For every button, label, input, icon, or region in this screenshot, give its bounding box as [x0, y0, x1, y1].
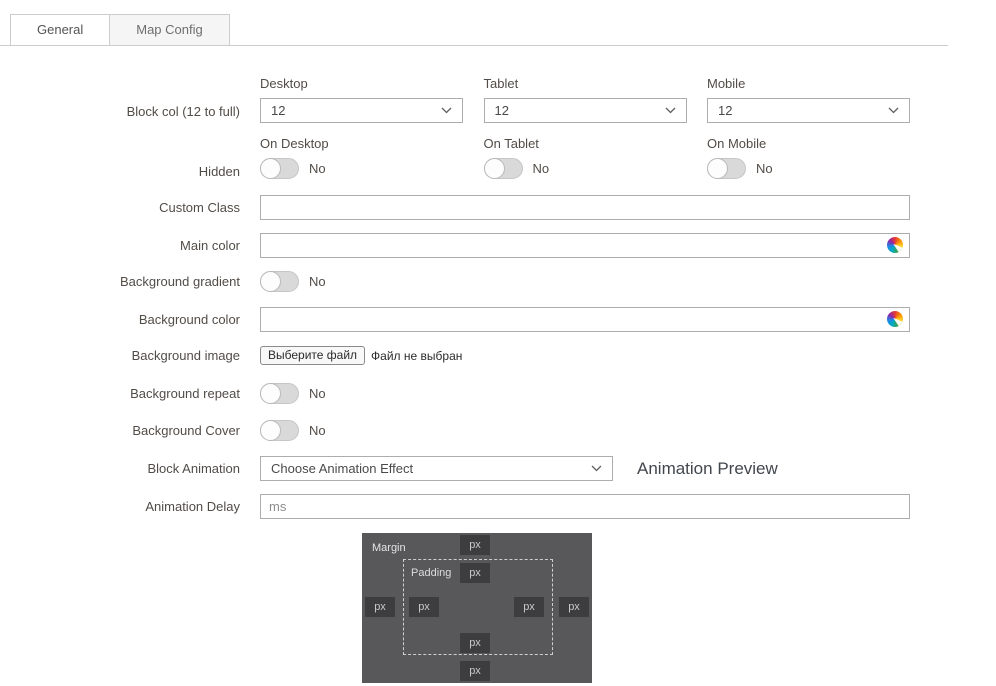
background-cover-toggle[interactable] — [260, 420, 299, 441]
padding-left-input[interactable] — [409, 597, 439, 617]
desktop-header: Desktop — [260, 76, 308, 91]
margin-left-input[interactable] — [365, 597, 395, 617]
spacing-box-editor: Margin Padding — [362, 533, 592, 683]
block-animation-value: Choose Animation Effect — [271, 461, 414, 476]
toggle-knob — [707, 158, 728, 179]
block-animation-label: Block Animation — [147, 461, 241, 476]
block-col-mobile-select[interactable]: 12 — [707, 98, 910, 123]
hidden-label: Hidden — [198, 164, 240, 179]
hidden-mobile-state: No — [756, 161, 773, 176]
row-custom-class: Custom Class — [0, 195, 996, 220]
row-background-gradient: Background gradient No — [0, 271, 996, 292]
file-status-text: Файл не выбран — [371, 348, 463, 363]
block-col-tablet-value: 12 — [494, 103, 509, 118]
toggle-knob — [260, 420, 281, 441]
padding-bottom-input[interactable] — [460, 633, 490, 653]
animation-delay-label: Animation Delay — [145, 499, 240, 514]
block-col-mobile-value: 12 — [718, 103, 733, 118]
block-col-label: Block col (12 to full) — [126, 104, 240, 119]
background-repeat-state: No — [309, 386, 326, 401]
padding-right-input[interactable] — [514, 597, 544, 617]
background-gradient-state: No — [309, 274, 326, 289]
background-color-label: Background color — [138, 312, 240, 327]
color-picker-icon[interactable] — [887, 237, 903, 253]
row-main-color: Main color — [0, 233, 996, 258]
chevron-down-icon — [665, 107, 676, 114]
hidden-desktop-header: On Desktop — [260, 136, 329, 151]
margin-right-input[interactable] — [559, 597, 589, 617]
toggle-knob — [260, 383, 281, 404]
row-animation-delay: Animation Delay — [0, 494, 996, 519]
block-animation-select[interactable]: Choose Animation Effect — [260, 456, 613, 481]
chevron-down-icon — [888, 107, 899, 114]
mobile-header: Mobile — [707, 76, 746, 91]
animation-preview-button[interactable]: Animation Preview — [637, 459, 778, 479]
custom-class-input[interactable] — [260, 195, 910, 220]
hidden-mobile-header: On Mobile — [707, 136, 767, 151]
background-color-input[interactable] — [260, 307, 910, 332]
main-color-label: Main color — [180, 238, 240, 253]
tab-general[interactable]: General — [10, 14, 111, 45]
toggle-knob — [260, 271, 281, 292]
background-image-label: Background image — [131, 348, 240, 363]
toggle-knob — [483, 158, 505, 179]
block-col-desktop-select[interactable]: 12 — [260, 98, 463, 123]
tablet-header: Tablet — [483, 76, 519, 91]
background-cover-label: Background Cover — [132, 423, 240, 438]
background-gradient-label: Background gradient — [120, 274, 240, 289]
hidden-desktop-toggle[interactable] — [260, 158, 299, 179]
margin-label: Margin — [372, 542, 406, 554]
row-background-repeat: Background repeat No — [0, 383, 996, 404]
padding-top-input[interactable] — [460, 563, 490, 583]
hidden-tablet-toggle[interactable] — [483, 158, 523, 179]
background-repeat-label: Background repeat — [130, 386, 240, 401]
hidden-desktop-state: No — [309, 161, 326, 176]
padding-label: Padding — [411, 567, 452, 579]
background-repeat-toggle[interactable] — [260, 383, 299, 404]
row-background-color: Background color — [0, 307, 996, 332]
hidden-mobile-toggle[interactable] — [707, 158, 746, 179]
choose-file-button[interactable]: Выберите файл — [260, 346, 366, 365]
hidden-tablet-header: On Tablet — [483, 136, 539, 151]
row-background-cover: Background Cover No — [0, 420, 996, 441]
margin-top-input[interactable] — [460, 535, 490, 555]
tab-bar: General Map Config — [0, 14, 948, 46]
background-cover-state: No — [309, 423, 326, 438]
settings-form: Block col (12 to full) Desktop 12 Tablet… — [0, 46, 996, 683]
row-hidden: Hidden On Desktop No On Tablet No On Mob… — [0, 136, 996, 182]
row-background-image: Background image Выберите файл Файл не в… — [0, 345, 996, 366]
block-col-tablet-select[interactable]: 12 — [483, 98, 687, 123]
color-picker-icon[interactable] — [887, 311, 903, 327]
block-col-desktop-value: 12 — [271, 103, 286, 118]
animation-delay-input[interactable] — [260, 494, 910, 519]
margin-bottom-input[interactable] — [460, 661, 490, 681]
row-block-col: Block col (12 to full) Desktop 12 Tablet… — [0, 76, 996, 123]
custom-class-label: Custom Class — [159, 200, 240, 215]
chevron-down-icon — [591, 465, 602, 472]
chevron-down-icon — [441, 107, 452, 114]
row-block-animation: Block Animation Choose Animation Effect … — [0, 456, 996, 481]
background-gradient-toggle[interactable] — [260, 271, 299, 292]
tab-map-config[interactable]: Map Config — [109, 14, 230, 45]
main-color-input[interactable] — [260, 233, 910, 258]
hidden-tablet-state: No — [532, 161, 550, 176]
toggle-knob — [260, 158, 281, 179]
